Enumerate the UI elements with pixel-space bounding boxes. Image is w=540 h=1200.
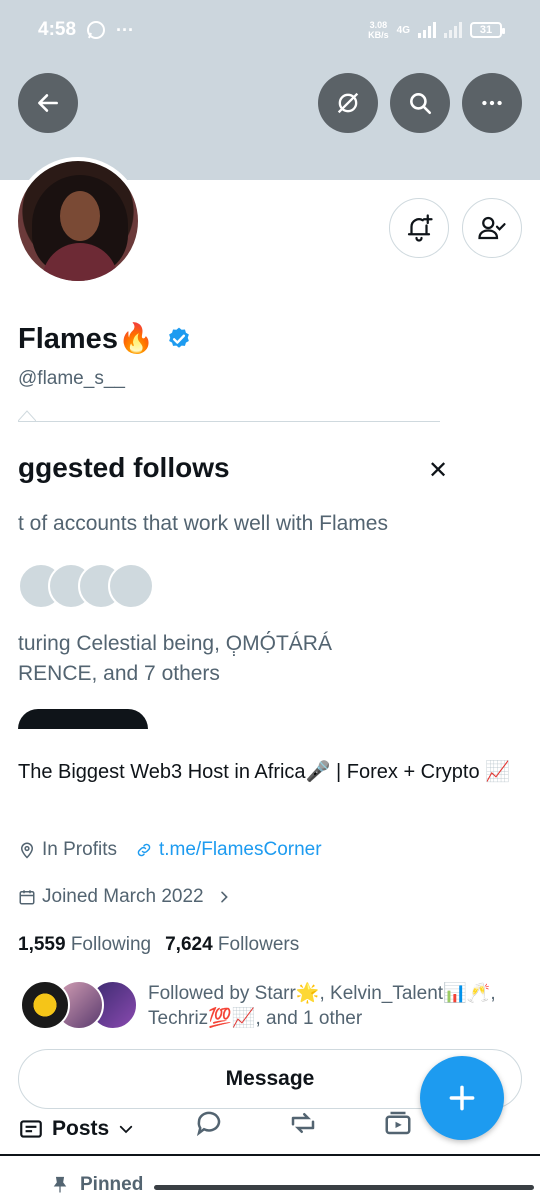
- bell-plus-icon: [407, 214, 433, 242]
- profile-meta-row: In Profits t.me/FlamesCorner: [18, 839, 322, 861]
- battery-icon: 31: [470, 22, 505, 38]
- close-suggestions-icon[interactable]: ✕: [428, 456, 448, 485]
- profile-handle: @flame_s__: [18, 368, 125, 389]
- network-type: 4G: [396, 24, 410, 36]
- arrow-left-icon: [38, 94, 58, 112]
- compose-button[interactable]: [420, 1056, 504, 1140]
- signal-icon: [418, 22, 436, 38]
- suggested-follows-subtitle: t of accounts that work well with Flames: [18, 512, 388, 535]
- pin-icon: [53, 1176, 67, 1193]
- tabs-divider: [0, 1154, 540, 1156]
- posts-icon: [20, 1120, 42, 1138]
- follow-stats: 1,559 Following 7,624 Followers: [18, 934, 299, 956]
- notifications-button[interactable]: [389, 198, 449, 258]
- more-notifications-icon: ···: [116, 19, 135, 40]
- tab-posts[interactable]: Posts: [18, 1116, 135, 1142]
- search-button[interactable]: [390, 73, 450, 133]
- profile-name: Flames🔥: [18, 322, 192, 356]
- pinned-scroll-indicator: [154, 1185, 534, 1190]
- profile-location: In Profits: [42, 839, 117, 860]
- more-options-button[interactable]: [462, 73, 522, 133]
- signal-icon-2: [444, 22, 462, 38]
- net-speed: 3.08 KB/s: [368, 20, 389, 40]
- following-button[interactable]: [462, 198, 522, 258]
- suggested-follow-button[interactable]: [18, 709, 148, 729]
- profile-avatar[interactable]: [14, 157, 142, 285]
- profile-bio: The Biggest Web3 Host in Africa🎤 | Forex…: [18, 761, 511, 783]
- suggestions-caret: [18, 410, 36, 421]
- status-time: 4:58: [38, 19, 77, 40]
- following-stat[interactable]: 1,559 Following: [18, 934, 151, 956]
- grok-button[interactable]: [318, 73, 378, 133]
- suggestions-divider: [18, 421, 440, 422]
- status-bar: 4:58 ··· 3.08 KB/s 4G 31: [0, 0, 540, 60]
- joined-row[interactable]: Joined March 2022: [18, 886, 232, 908]
- whatsapp-icon: [87, 21, 106, 39]
- location-icon: [20, 842, 34, 859]
- more-icon: [482, 100, 502, 106]
- calendar-icon: [19, 890, 35, 905]
- followed-by-text[interactable]: Followed by Starr🌟, Kelvin_Talent📊🥂, Tec…: [148, 981, 518, 1031]
- suggested-featuring: turing Celestial being, Ọ̣MỌ́TÁRÁ RENCE,…: [18, 632, 332, 685]
- profile-link[interactable]: t.me/FlamesCorner: [159, 839, 322, 861]
- user-check-icon: [478, 216, 506, 240]
- suggested-avatars: [18, 563, 158, 609]
- replies-icon[interactable]: [194, 1108, 224, 1138]
- link-icon: [137, 843, 151, 857]
- followers-stat[interactable]: 7,624 Followers: [165, 934, 299, 956]
- display-name: Flames🔥: [18, 323, 155, 355]
- suggested-follows-title: ggested follows: [18, 452, 230, 483]
- followed-by-avatars[interactable]: [20, 980, 138, 1030]
- reposts-icon[interactable]: [288, 1108, 318, 1138]
- pinned-label: Pinned: [50, 1174, 143, 1196]
- plus-icon: [449, 1085, 475, 1111]
- chevron-down-icon: [120, 1125, 133, 1134]
- verified-badge-icon: [169, 327, 189, 348]
- search-icon: [410, 93, 432, 115]
- grok-icon: [337, 92, 359, 114]
- chevron-right-icon: [220, 891, 228, 903]
- videos-icon[interactable]: [383, 1108, 413, 1138]
- tab-posts-label: Posts: [52, 1117, 110, 1140]
- joined-date: Joined March 2022: [42, 886, 204, 907]
- follower-avatar-1: [20, 980, 70, 1030]
- back-button[interactable]: [18, 73, 78, 133]
